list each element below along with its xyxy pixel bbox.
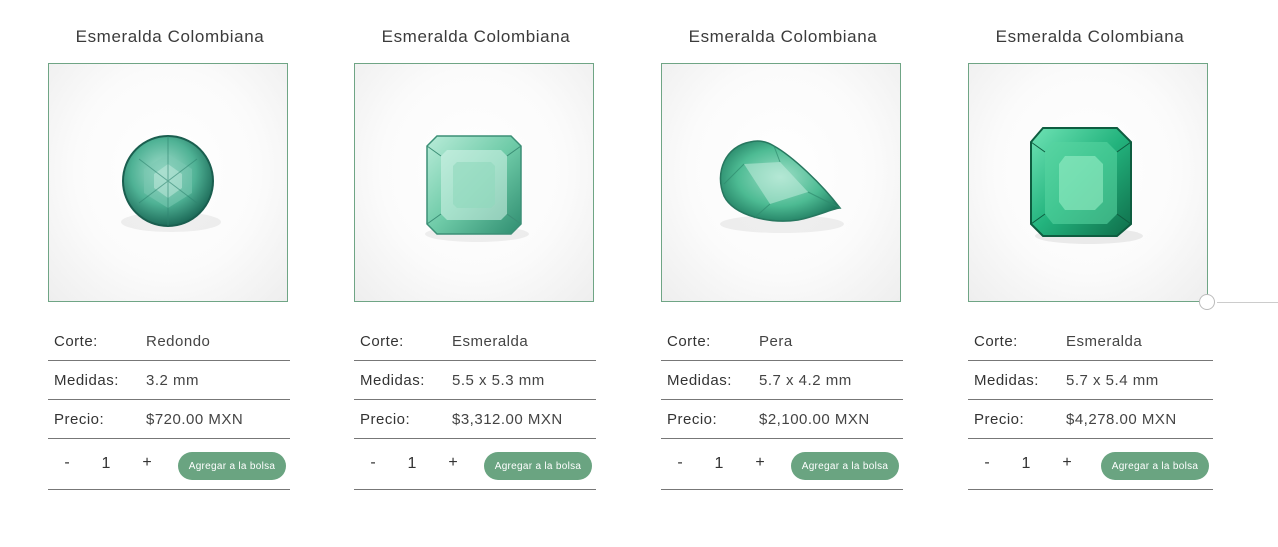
- increase-quantity-button[interactable]: +: [1058, 454, 1076, 474]
- price-row: Precio: $2,100.00 MXN: [661, 400, 903, 439]
- product-image[interactable]: [48, 63, 288, 302]
- increase-quantity-button[interactable]: +: [138, 454, 156, 474]
- increase-quantity-button[interactable]: +: [444, 454, 462, 474]
- measures-row: Medidas: 5.5 x 5.3 mm: [354, 361, 596, 400]
- cut-value: Pera: [759, 333, 793, 350]
- price-label: Precio:: [360, 411, 411, 428]
- pear-emerald-gem-icon: [719, 140, 844, 233]
- cut-label: Corte:: [974, 333, 1018, 350]
- cut-value: Redondo: [146, 333, 211, 350]
- emerald-cut-gem-icon: [425, 135, 529, 242]
- measures-value: 5.7 x 5.4 mm: [1066, 372, 1159, 389]
- measures-row: Medidas: 3.2 mm: [48, 361, 290, 400]
- cut-label: Corte:: [360, 333, 404, 350]
- price-value: $2,100.00 MXN: [759, 411, 870, 428]
- quantity-value: 1: [1021, 455, 1031, 472]
- quantity-stepper: - 1 + Agregar a la bolsa: [48, 439, 290, 490]
- price-value: $4,278.00 MXN: [1066, 411, 1177, 428]
- decrease-quantity-button[interactable]: -: [978, 454, 996, 474]
- carousel-track[interactable]: [1217, 302, 1278, 303]
- add-to-bag-button[interactable]: Agregar a la bolsa: [791, 452, 899, 480]
- cut-label: Corte:: [667, 333, 711, 350]
- price-row: Precio: $3,312.00 MXN: [354, 400, 596, 439]
- decrease-quantity-button[interactable]: -: [671, 454, 689, 474]
- measures-label: Medidas:: [360, 372, 425, 389]
- cut-value: Esmeralda: [1066, 333, 1143, 350]
- product-title: Esmeralda Colombiana: [381, 27, 571, 46]
- price-row: Precio: $4,278.00 MXN: [968, 400, 1213, 439]
- quantity-value: 1: [407, 455, 417, 472]
- measures-row: Medidas: 5.7 x 4.2 mm: [661, 361, 903, 400]
- round-emerald-gem-icon: [121, 135, 221, 232]
- quantity-stepper: - 1 + Agregar a la bolsa: [661, 439, 903, 490]
- quantity-value: 1: [101, 455, 111, 472]
- measures-label: Medidas:: [974, 372, 1039, 389]
- cut-row: Corte: Esmeralda: [968, 322, 1213, 361]
- product-title: Esmeralda Colombiana: [688, 27, 878, 46]
- quantity-stepper: - 1 + Agregar a la bolsa: [968, 439, 1213, 490]
- product-title: Esmeralda Colombiana: [75, 27, 265, 46]
- add-to-bag-button[interactable]: Agregar a la bolsa: [484, 452, 592, 480]
- product-image[interactable]: [968, 63, 1208, 302]
- decrease-quantity-button[interactable]: -: [58, 454, 76, 474]
- decrease-quantity-button[interactable]: -: [364, 454, 382, 474]
- product-title: Esmeralda Colombiana: [995, 27, 1185, 46]
- add-to-bag-button[interactable]: Agregar a la bolsa: [178, 452, 286, 480]
- quantity-stepper: - 1 + Agregar a la bolsa: [354, 439, 596, 490]
- cut-row: Corte: Esmeralda: [354, 322, 596, 361]
- measures-row: Medidas: 5.7 x 5.4 mm: [968, 361, 1213, 400]
- cut-row: Corte: Pera: [661, 322, 903, 361]
- measures-label: Medidas:: [54, 372, 119, 389]
- measures-value: 5.5 x 5.3 mm: [452, 372, 545, 389]
- price-label: Precio:: [54, 411, 105, 428]
- product-image[interactable]: [354, 63, 594, 302]
- price-label: Precio:: [667, 411, 718, 428]
- price-value: $720.00 MXN: [146, 411, 244, 428]
- price-value: $3,312.00 MXN: [452, 411, 563, 428]
- cut-row: Corte: Redondo: [48, 322, 290, 361]
- increase-quantity-button[interactable]: +: [751, 454, 769, 474]
- cut-value: Esmeralda: [452, 333, 529, 350]
- measures-label: Medidas:: [667, 372, 732, 389]
- measures-value: 3.2 mm: [146, 372, 200, 389]
- measures-value: 5.7 x 4.2 mm: [759, 372, 852, 389]
- quantity-value: 1: [714, 455, 724, 472]
- product-image[interactable]: [661, 63, 901, 302]
- cut-label: Corte:: [54, 333, 98, 350]
- add-to-bag-button[interactable]: Agregar a la bolsa: [1101, 452, 1209, 480]
- price-row: Precio: $720.00 MXN: [48, 400, 290, 439]
- carousel-handle[interactable]: [1199, 294, 1215, 310]
- emerald-cut-gem-icon: [1030, 127, 1143, 244]
- price-label: Precio:: [974, 411, 1025, 428]
